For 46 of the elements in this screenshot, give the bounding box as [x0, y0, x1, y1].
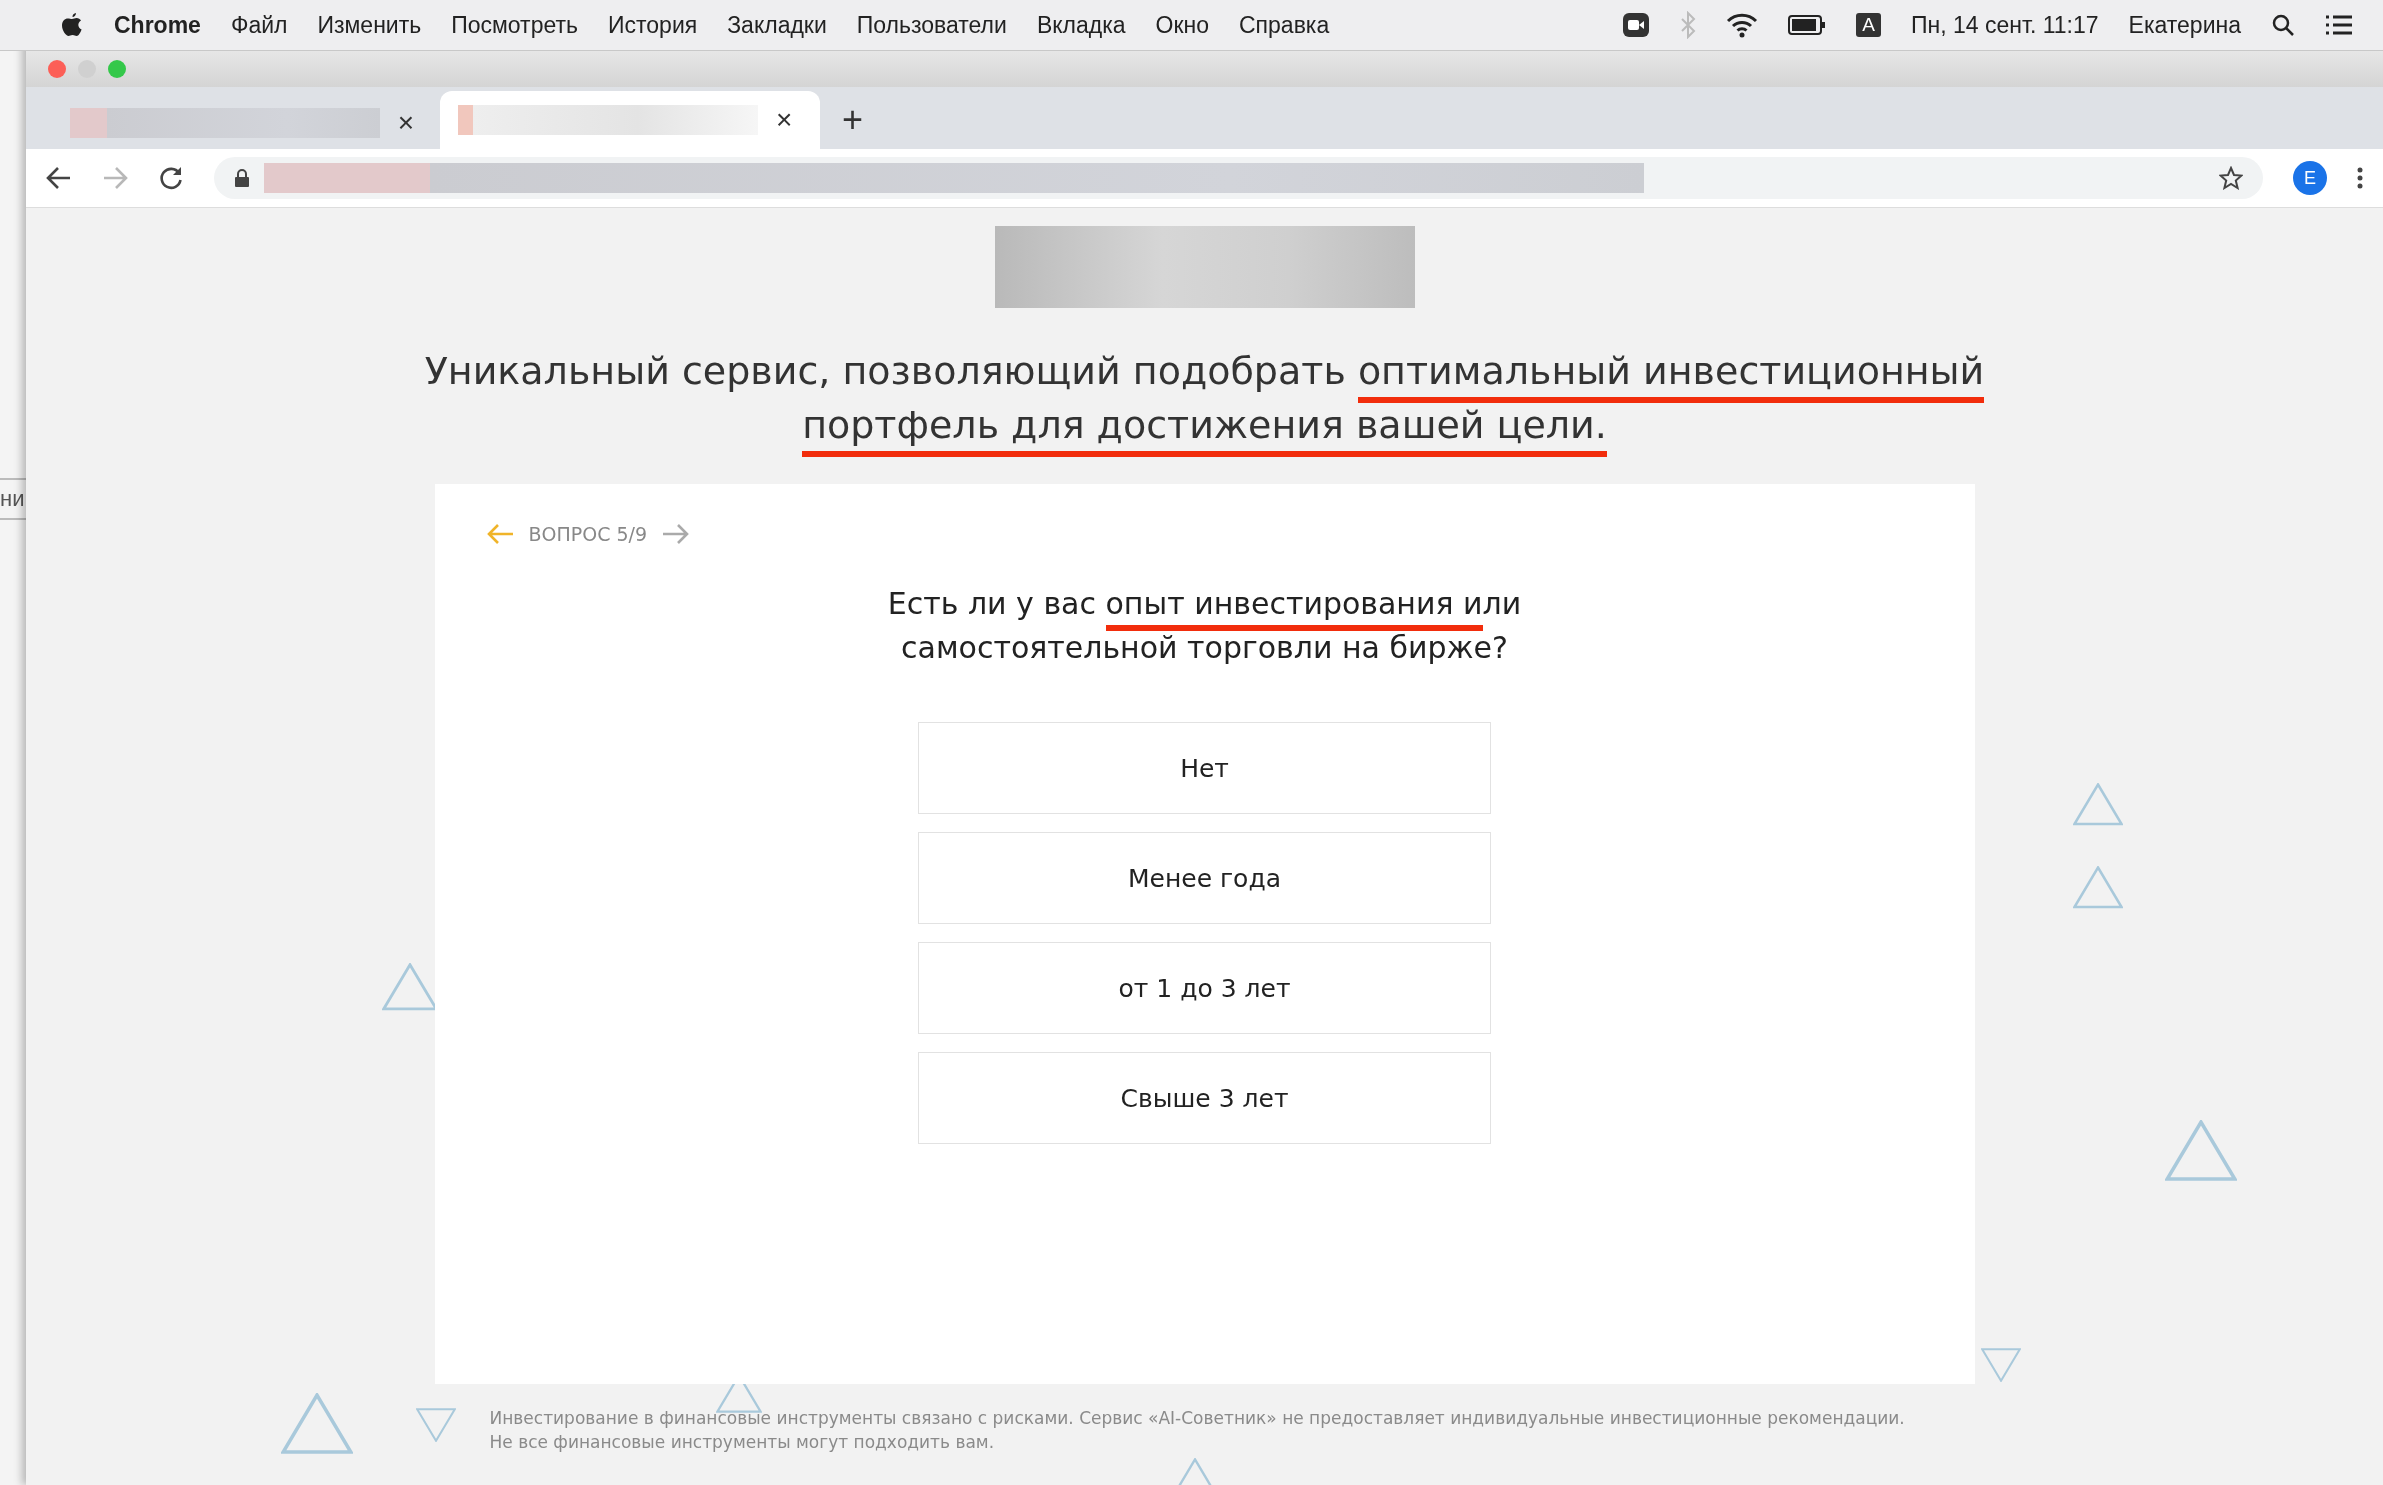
menu-item[interactable]: Окно	[1155, 11, 1209, 39]
reload-icon[interactable]	[158, 165, 184, 191]
triangle-icon	[416, 1408, 456, 1442]
triangle-icon	[2165, 1120, 2237, 1182]
lock-icon	[234, 168, 250, 188]
back-icon[interactable]	[46, 166, 72, 190]
menu-item[interactable]: Вкладка	[1036, 11, 1126, 39]
triangle-icon	[382, 963, 438, 1011]
close-tab-button[interactable]: ×	[776, 104, 793, 136]
answer-option[interactable]: от 1 до 3 лет	[918, 942, 1491, 1034]
close-tab-button[interactable]: ×	[397, 107, 414, 139]
video-camera-icon[interactable]	[1622, 12, 1651, 38]
menu-item[interactable]: Изменить	[317, 11, 422, 39]
browser-tab[interactable]: ×	[52, 97, 432, 149]
more-menu-icon[interactable]	[2357, 166, 2363, 190]
list-icon[interactable]	[2325, 14, 2353, 36]
menu-item[interactable]: Справка	[1239, 11, 1330, 39]
menubar-user[interactable]: Екатерина	[2128, 11, 2241, 39]
star-icon[interactable]	[2219, 166, 2243, 190]
answer-option[interactable]: Менее года	[918, 832, 1491, 924]
background-window-text: ни	[0, 486, 25, 512]
wifi-icon[interactable]	[1726, 12, 1759, 38]
triangle-icon	[281, 1393, 353, 1455]
question-counter: ВОПРОС 5/9	[528, 523, 648, 545]
browser-tab[interactable]: ×	[440, 91, 820, 149]
answer-option[interactable]: Нет	[918, 722, 1491, 814]
answer-option[interactable]: Свыше 3 лет	[918, 1052, 1491, 1144]
battery-icon[interactable]	[1788, 14, 1827, 36]
menu-item[interactable]: Пользователи	[856, 11, 1007, 39]
headline: Уникальный сервис, позволяющий подобрать оптимальный инвестиционный портфель для достижения вашей цели.	[424, 344, 1985, 464]
menu-item[interactable]: Закладки	[727, 11, 827, 39]
menubar-clock[interactable]: Пн, 14 сент. 11:17	[1911, 11, 2099, 39]
search-icon[interactable]	[2271, 13, 2295, 37]
triangle-icon	[2073, 866, 2123, 909]
profile-avatar[interactable]: E	[2293, 161, 2327, 195]
triangle-icon	[1981, 1348, 2021, 1382]
app-menu[interactable]: Chrome	[114, 11, 201, 39]
menu-item[interactable]: Файл	[230, 11, 288, 39]
apple-logo-icon[interactable]	[60, 12, 84, 38]
triangle-icon	[2073, 783, 2123, 826]
menu-item[interactable]: Посмотреть	[451, 11, 578, 39]
disclaimer-text: Инвестирование в финансовые инструменты связано с рисками. Сервис «AI-Советник» не предоставляет индивидуальные инвестиционные рекомендации. Не все финансовые инструменты могут подходить вам.	[489, 1407, 1906, 1454]
input-source-indicator[interactable]: A	[1856, 13, 1881, 37]
menu-item[interactable]: История	[608, 11, 698, 39]
question-text: Есть ли у вас опыт инвестирования или самостоятельной торговли на бирже?	[886, 585, 1523, 667]
new-tab-button[interactable]: +	[842, 99, 864, 141]
